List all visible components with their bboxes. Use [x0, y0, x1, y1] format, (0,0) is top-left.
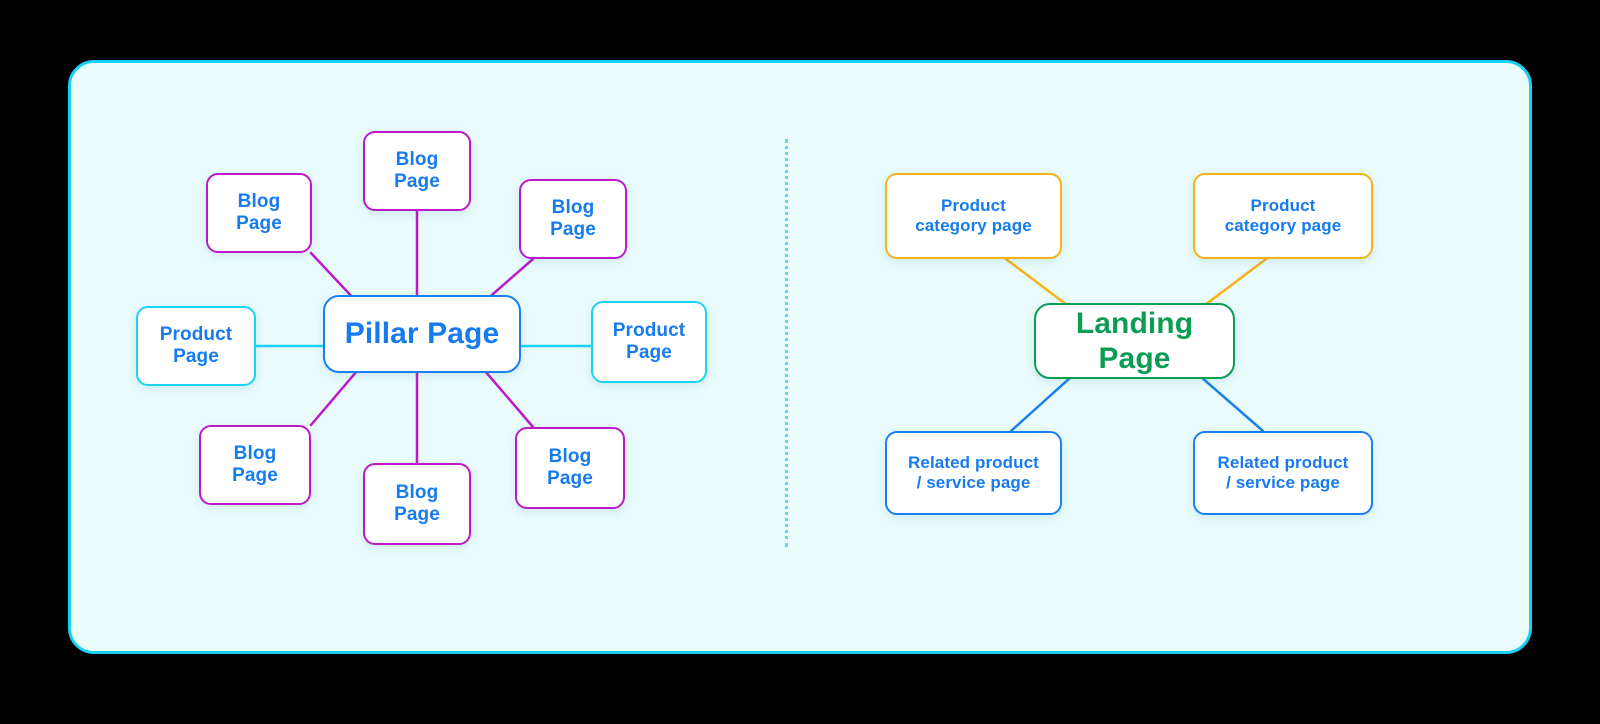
- node-label: Blog Page: [232, 442, 278, 486]
- node-label: Related product / service page: [1217, 452, 1349, 492]
- edge-blog-top-left: [309, 251, 358, 303]
- node-label: Blog Page: [550, 196, 596, 240]
- node-label: Product category page: [1224, 195, 1342, 235]
- diagram-canvas: Blog Page Blog Page Blog Page Pillar Pag…: [0, 0, 1600, 724]
- node-label: Blog Page: [236, 190, 282, 234]
- edge-category-right: [1199, 257, 1268, 310]
- node-label: Blog Page: [394, 481, 440, 525]
- node-related-product-page-right[interactable]: Related product / service page: [1193, 431, 1373, 515]
- node-blog-page-bottom-center[interactable]: Blog Page: [363, 463, 471, 545]
- node-product-category-page-left[interactable]: Product category page: [885, 173, 1062, 259]
- diagram-panel: Blog Page Blog Page Blog Page Pillar Pag…: [68, 60, 1532, 654]
- edge-related-right: [1199, 375, 1265, 433]
- node-label: Related product / service page: [908, 452, 1039, 492]
- node-label: Blog Page: [547, 445, 593, 489]
- node-blog-page-top-right[interactable]: Blog Page: [519, 179, 627, 259]
- node-blog-page-bottom-right[interactable]: Blog Page: [515, 427, 625, 509]
- edge-layer: [254, 209, 1268, 465]
- node-blog-page-top-center[interactable]: Blog Page: [363, 131, 471, 211]
- node-label: Pillar Page: [344, 317, 500, 351]
- edge-blog-bottom-right: [483, 369, 535, 429]
- edge-blog-bottom-left: [309, 369, 359, 427]
- node-label: Landing Page: [1075, 306, 1194, 375]
- node-related-product-page-left[interactable]: Related product / service page: [885, 431, 1062, 515]
- edge-related-left: [1009, 375, 1073, 433]
- node-label: Blog Page: [394, 148, 440, 192]
- vertical-dotted-divider: [785, 139, 788, 547]
- node-label: Product category page: [915, 195, 1032, 235]
- node-landing-page[interactable]: Landing Page: [1034, 303, 1235, 379]
- node-product-category-page-right[interactable]: Product category page: [1193, 173, 1373, 259]
- node-label: Product Page: [159, 323, 233, 367]
- node-blog-page-top-left[interactable]: Blog Page: [206, 173, 312, 253]
- node-pillar-page[interactable]: Pillar Page: [323, 295, 521, 373]
- node-product-page-left[interactable]: Product Page: [136, 306, 256, 386]
- edge-category-left: [1004, 257, 1073, 310]
- node-label: Product Page: [612, 319, 686, 363]
- node-product-page-right[interactable]: Product Page: [591, 301, 707, 383]
- node-blog-page-bottom-left[interactable]: Blog Page: [199, 425, 311, 505]
